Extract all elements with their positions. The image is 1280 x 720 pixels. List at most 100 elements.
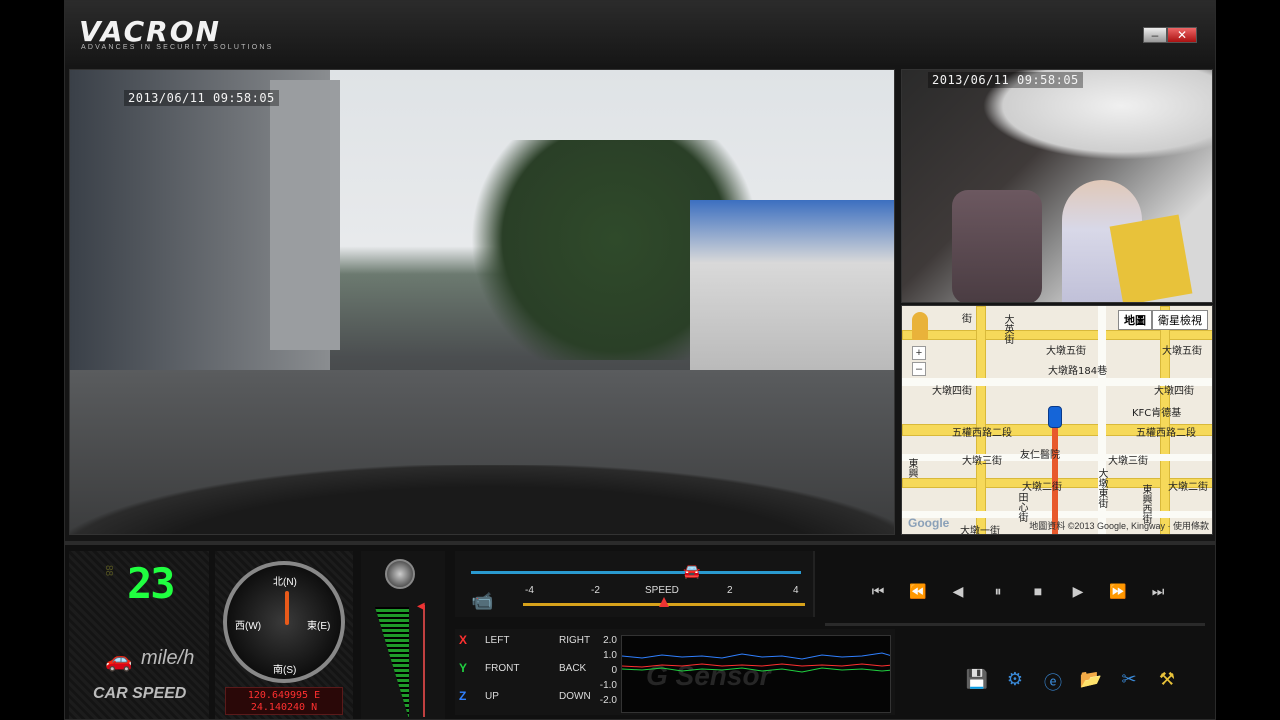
compass-needle bbox=[285, 591, 289, 625]
pause-icon[interactable]: ⏸ bbox=[985, 583, 1011, 607]
axis-z-label-up: UP bbox=[485, 691, 499, 702]
map-label: 友仁醫院 bbox=[1020, 450, 1060, 461]
g-sensor-panel: X LEFT RIGHT Y FRONT BACK Z UP DOWN 2.0 … bbox=[455, 629, 895, 715]
map-label: 街 bbox=[962, 314, 972, 325]
map-label: 五權西路二段 bbox=[1136, 428, 1196, 439]
map-label: 大墩二街 bbox=[1022, 482, 1062, 493]
playback-controls: ⏮ ⏪ ◀ ⏸ ■ ▶ ⏩ ⏭ bbox=[865, 583, 1171, 607]
gear-icon[interactable]: ⚙ bbox=[1003, 669, 1027, 693]
map-label: 東興西街 bbox=[1140, 484, 1151, 524]
g-line-z bbox=[622, 652, 890, 660]
g-scale-tick: 2.0 bbox=[603, 635, 617, 646]
map-label: 大墩東街 bbox=[1096, 468, 1107, 508]
axis-x-letter: X bbox=[459, 633, 468, 647]
map-label: 五權西路二段 bbox=[952, 428, 1012, 439]
stop-icon[interactable]: ■ bbox=[1025, 583, 1051, 607]
cabin-timestamp: 2013/06/11 09:58:05 bbox=[928, 72, 1083, 88]
g-axis-y: Y FRONT BACK bbox=[459, 661, 599, 681]
cabin-seat bbox=[952, 190, 1042, 302]
title-bar: VACRON ADVANCES IN SECURITY SOLUTIONS – … bbox=[65, 1, 1215, 65]
axis-y-label-front: FRONT bbox=[485, 663, 520, 674]
map-zoom-control: + – bbox=[912, 312, 930, 378]
playback-progress-bar[interactable] bbox=[825, 623, 1205, 626]
axis-y-letter: Y bbox=[459, 661, 468, 675]
gps-latitude: 120.649995 E bbox=[247, 690, 321, 701]
play-icon[interactable]: ▶ bbox=[1065, 583, 1091, 607]
map-label: 大墩四街 bbox=[1154, 386, 1194, 397]
step-back-icon[interactable]: ⏪ bbox=[905, 583, 931, 607]
map-road bbox=[976, 306, 986, 534]
front-timestamp: 2013/06/11 09:58:05 bbox=[124, 90, 279, 106]
front-camera-view[interactable]: 2013/06/11 09:58:05 bbox=[69, 69, 895, 535]
scissors-icon[interactable]: ✂ bbox=[1117, 669, 1141, 693]
compass-panel: 北(N) 南(S) 東(E) 西(W) 120.649995 E 24.1402… bbox=[215, 551, 353, 719]
scene-car-hood bbox=[70, 465, 894, 534]
scene-building bbox=[690, 200, 894, 380]
map-view-button[interactable]: 地圖 bbox=[1118, 310, 1152, 330]
speed-track bbox=[471, 571, 801, 574]
car-speed-panel: 88 23 🚗 mile/h CAR SPEED bbox=[69, 551, 209, 719]
car-marker-icon: 🚘 bbox=[683, 563, 701, 579]
map-label: 大墩五街 bbox=[1162, 346, 1202, 357]
gps-map[interactable]: 街 大英街 大墩五街 大墩路184巷 大墩五街 大墩四街 大墩四街 KFC肯德基… bbox=[901, 305, 1213, 535]
speed-unit: mile/h bbox=[141, 647, 195, 669]
g-scale-tick: -1.0 bbox=[599, 680, 617, 691]
map-label: 大墩三街 bbox=[962, 456, 1002, 467]
app-window: VACRON ADVANCES IN SECURITY SOLUTIONS – … bbox=[64, 0, 1216, 720]
cabin-camera-view[interactable]: 2013/06/11 09:58:05 bbox=[901, 69, 1213, 303]
skip-start-icon[interactable]: ⏮ bbox=[865, 583, 891, 607]
map-label: 大英街 bbox=[1002, 314, 1013, 344]
zoom-in-button[interactable]: + bbox=[912, 346, 926, 360]
map-label: 大墩四街 bbox=[932, 386, 972, 397]
g-sensor-lines bbox=[622, 652, 890, 673]
step-forward-icon[interactable]: ⏩ bbox=[1105, 583, 1131, 607]
toolbar: 💾 ⚙ ⓔ 📂 ✂ ⚒ bbox=[965, 669, 1179, 693]
camcorder-icon: 📹 bbox=[471, 591, 494, 611]
map-type-buttons: 地圖 衛星檢視 bbox=[1118, 310, 1208, 330]
folder-icon[interactable]: 📂 bbox=[1079, 669, 1103, 693]
browser-icon[interactable]: ⓔ bbox=[1041, 669, 1065, 693]
satellite-view-button[interactable]: 衛星檢視 bbox=[1152, 310, 1208, 330]
speed-digit-shadow: 88 bbox=[103, 565, 114, 577]
gps-longitude: 24.140240 N bbox=[250, 702, 318, 713]
map-label: 大墩二街 bbox=[1168, 482, 1208, 493]
tools-icon[interactable]: ⚒ bbox=[1155, 669, 1179, 693]
volume-slider-marker[interactable]: ◀ bbox=[417, 601, 425, 612]
map-road bbox=[1160, 306, 1170, 534]
map-label: 大墩五街 bbox=[1046, 346, 1086, 357]
compass-dial: 北(N) 南(S) 東(E) 西(W) bbox=[223, 561, 345, 683]
map-label: 大墩三街 bbox=[1108, 456, 1148, 467]
route-line bbox=[1052, 416, 1058, 534]
zoom-out-button[interactable]: – bbox=[912, 362, 926, 376]
axis-x-label-right: RIGHT bbox=[559, 635, 591, 646]
map-label: KFC肯德基 bbox=[1132, 408, 1182, 419]
axis-y-label-back: BACK bbox=[559, 663, 587, 674]
save-icon[interactable]: 💾 bbox=[965, 669, 989, 693]
compass-south: 南(S) bbox=[273, 665, 297, 676]
window-controls: – ✕ bbox=[1143, 27, 1197, 43]
skip-end-icon[interactable]: ⏭ bbox=[1145, 583, 1171, 607]
speed-scale-tick: 2 bbox=[727, 585, 733, 596]
axis-z-label-down: DOWN bbox=[559, 691, 591, 702]
speed-scale-panel: 🚘 📹 -4 -2 SPEED 2 4 bbox=[455, 551, 815, 617]
axis-x-label-left: LEFT bbox=[485, 635, 510, 646]
car-position-marker bbox=[1048, 406, 1062, 428]
map-copyright[interactable]: 地圖資料 ©2013 Google, Kingway · 使用條款 bbox=[1029, 519, 1209, 532]
car-icon: 🚗 bbox=[105, 647, 133, 672]
pegman-icon[interactable] bbox=[912, 312, 928, 340]
close-button[interactable]: ✕ bbox=[1167, 27, 1197, 43]
volume-knob-icon[interactable] bbox=[385, 559, 415, 589]
g-scale-tick: 0 bbox=[611, 665, 617, 676]
dashboard-panel: 88 23 🚗 mile/h CAR SPEED 北(N) 南(S) 東(E) … bbox=[65, 541, 1215, 719]
g-axis-z: Z UP DOWN bbox=[459, 689, 599, 709]
compass-west: 西(W) bbox=[235, 621, 262, 632]
play-back-icon[interactable]: ◀ bbox=[945, 583, 971, 607]
minimize-button[interactable]: – bbox=[1143, 27, 1167, 43]
compass-east: 東(E) bbox=[307, 621, 331, 632]
volume-slider[interactable] bbox=[423, 605, 425, 717]
speed-value: 23 bbox=[127, 559, 176, 608]
speed-scale-tick: -2 bbox=[591, 585, 600, 596]
g-axis-x: X LEFT RIGHT bbox=[459, 633, 599, 653]
g-scale: 2.0 1.0 0 -1.0 -2.0 bbox=[591, 633, 617, 708]
map-label: 東興 bbox=[906, 458, 917, 478]
